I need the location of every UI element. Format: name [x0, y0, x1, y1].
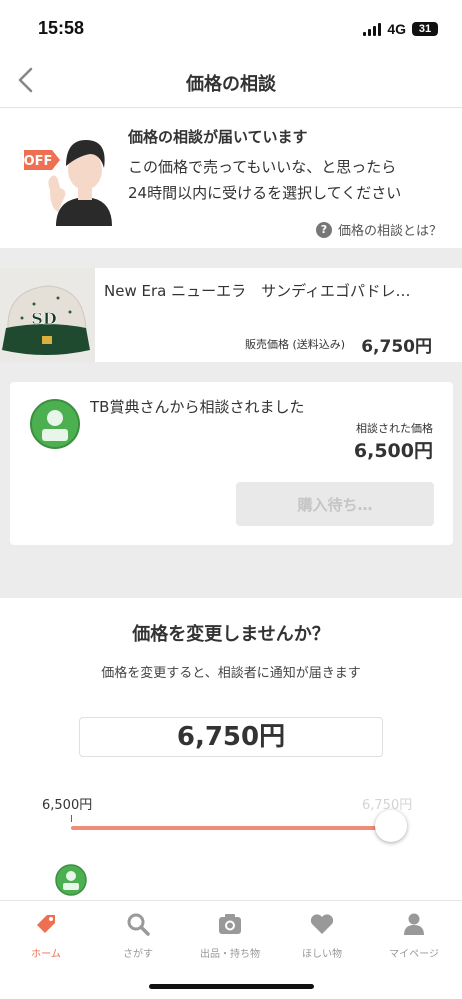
offer-notice: OFF 価格の相談が届いています この価格で売ってもいいな、と思ったら 24時間… [0, 108, 462, 248]
price-slider-track[interactable] [71, 826, 391, 830]
buyer-offer-marker [53, 852, 89, 898]
sale-price-label: 販売価格 (送料込み) [245, 338, 346, 351]
help-link[interactable]: ? 価格の相談とは？ [315, 220, 442, 239]
person-icon [404, 913, 424, 935]
slider-min-label: 6,500円 [42, 798, 93, 813]
tab-home[interactable]: ホーム [0, 911, 92, 960]
buyer-avatar[interactable] [30, 399, 80, 449]
price-input[interactable]: 6,750円 [79, 717, 383, 757]
product-row[interactable]: SD New Era ニューエラ サンディエゴパドレ… 販売価格 (送料込み) … [0, 268, 462, 362]
tab-wishlist[interactable]: ほしい物 [276, 911, 368, 960]
price-slider-thumb[interactable] [375, 810, 407, 842]
nav-bar: 価格の相談 [0, 52, 462, 108]
slider-offer-tick [71, 815, 72, 822]
battery-icon: 31 [412, 22, 438, 36]
person-icon [42, 410, 68, 441]
tab-home-label: ホーム [31, 949, 61, 960]
tab-listing[interactable]: 出品・持ち物 [184, 911, 276, 960]
signal-icon [363, 22, 382, 36]
offer-price-label: 相談された価格 [356, 422, 433, 435]
discount-person-illustration: OFF [24, 140, 112, 226]
offer-price: 6,500円 [353, 440, 433, 462]
tab-mypage-label: マイページ [389, 949, 439, 960]
notice-body: この価格で売ってもいいな、と思ったら 24時間以内に受けるを選択してください [128, 154, 448, 206]
tag-icon [37, 915, 55, 933]
tab-mypage[interactable]: マイページ [368, 911, 460, 960]
network-label: 4G [387, 21, 406, 37]
cap-image: SD [0, 268, 95, 362]
notice-body-line2: 24時間以内に受けるを選択してください [128, 184, 402, 202]
camera-icon [219, 914, 241, 934]
question-icon: ? [315, 221, 332, 238]
home-indicator [149, 984, 314, 989]
notice-body-line1: この価格で売ってもいいな、と思ったら [128, 158, 397, 176]
offer-card: TB賞典さんから相談されました 相談された価格 6,500円 購入待ち… [10, 382, 453, 545]
bottom-tab-bar: ホーム さがす 出品・持ち物 ほしい物 マイページ [0, 900, 462, 999]
svg-text:SD: SD [31, 309, 57, 328]
product-image: SD [0, 268, 95, 362]
status-indicators: 4G 31 [363, 21, 438, 37]
product-name: New Era ニューエラ サンディエゴパドレ… [104, 282, 411, 300]
awaiting-purchase-button[interactable]: 購入待ち… [236, 482, 434, 526]
status-bar: 15:58 4G 31 [0, 0, 462, 52]
change-price-title: 価格を変更しませんか？ [132, 624, 330, 645]
search-icon [127, 913, 150, 936]
tab-search-label: さがす [123, 949, 153, 960]
off-badge-text: OFF [24, 154, 53, 169]
sale-price: 6,750円 [361, 337, 432, 357]
tab-search[interactable]: さがす [92, 911, 184, 960]
change-price-description: 価格を変更すると、相談者に通知が届きます [101, 666, 361, 681]
help-link-label: 価格の相談とは？ [337, 224, 442, 239]
status-time: 15:58 [38, 18, 85, 38]
heart-icon [310, 914, 334, 934]
page-title: 価格の相談 [186, 74, 276, 95]
tab-wishlist-label: ほしい物 [302, 949, 342, 960]
tab-listing-label: 出品・持ち物 [200, 949, 260, 960]
notice-title: 価格の相談が届いています [128, 128, 308, 146]
offer-message: TB賞典さんから相談されました [90, 398, 305, 416]
